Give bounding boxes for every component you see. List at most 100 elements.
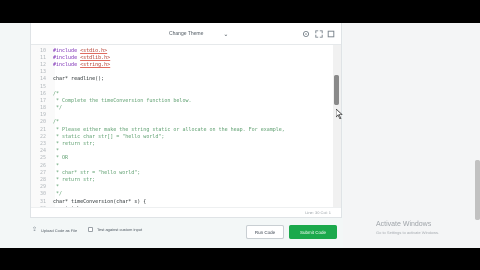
code-line: 12 #include <string.h> — [31, 61, 331, 68]
video-letterbox-top — [0, 0, 480, 23]
maximize-icon[interactable] — [326, 29, 335, 38]
code-token: * return str; — [53, 141, 96, 148]
code-line: 31 char* timeConversion(char* s) { — [31, 198, 331, 205]
code-text: #include <stdlib.h> — [49, 55, 110, 61]
page-scrollbar-thumb[interactable] — [475, 160, 480, 220]
line-number: 28 — [39, 176, 46, 183]
custom-input-toggle[interactable]: Test against custom input — [88, 227, 142, 232]
code-token: */ — [53, 105, 63, 112]
code-token: * return str; — [53, 176, 96, 183]
code-token: * — [53, 162, 60, 169]
line-number: 15 — [39, 83, 46, 90]
code-token: #include — [53, 54, 81, 61]
code-line: 16 /* — [31, 90, 331, 97]
run-code-button[interactable]: Run Code — [246, 225, 284, 239]
upload-code-button[interactable]: ⇪ Upload Code as File — [32, 227, 77, 233]
code-token: * Please either make the string static o… — [53, 126, 285, 133]
code-text: * OR — [49, 155, 68, 161]
code-text: * — [49, 163, 59, 169]
code-line: 27 * char* str = "hello world"; — [31, 169, 331, 176]
editor-scrollbar[interactable] — [333, 45, 341, 207]
watermark-subtitle: Go to Settings to activate Windows. — [376, 230, 440, 235]
upload-icon: ⇪ — [32, 227, 38, 233]
line-number: 10 — [39, 47, 46, 54]
code-text: char* timeConversion(char* s) { — [49, 199, 146, 205]
code-token: /* — [53, 119, 60, 126]
code-line: 19 — [31, 112, 331, 119]
line-number: 29 — [39, 184, 46, 191]
cursor-position: Line: 30 Col: 1 — [305, 210, 331, 215]
line-number: 18 — [39, 105, 46, 112]
code-text: * — [49, 184, 59, 190]
video-letterbox-bottom — [0, 248, 480, 270]
theme-select-label: Change Theme — [169, 31, 204, 37]
line-number: 31 — [39, 198, 46, 205]
page: Change Theme ⌄ 10 #include <stdio.h> 11 #in… — [0, 23, 480, 248]
code-line: 23 * return str; — [31, 140, 331, 147]
code-token: /* — [53, 90, 60, 97]
code-line: 25 * OR — [31, 155, 331, 162]
code-token: char* timeConversion(char* s) { — [53, 198, 147, 205]
code-token: * OR — [53, 155, 69, 162]
line-number: 30 — [39, 191, 46, 198]
code-line: 21 * Please either make the string stati… — [31, 126, 331, 133]
editor-toolbar: Change Theme ⌄ — [31, 23, 341, 45]
code-token: <stdlib.h> — [80, 54, 111, 61]
line-number: 24 — [39, 148, 46, 155]
custom-input-label: Test against custom input — [97, 227, 143, 232]
mouse-cursor-icon — [336, 109, 343, 119]
code-lines: 10 #include <stdio.h> 11 #include <stdlib.h… — [31, 47, 331, 207]
line-number: 11 — [39, 54, 46, 61]
line-number: 21 — [39, 126, 46, 133]
watermark-title: Activate Windows — [376, 221, 432, 228]
settings-icon[interactable] — [301, 29, 310, 38]
code-line: 24 * — [31, 148, 331, 155]
code-token: <string.h> — [80, 61, 111, 68]
code-token: */ — [53, 191, 63, 198]
chevron-down-icon: ⌄ — [223, 31, 229, 38]
code-token: * — [53, 148, 60, 155]
editor-scrollbar-thumb[interactable] — [334, 75, 339, 105]
code-line: 11 #include <stdlib.h> — [31, 54, 331, 61]
code-token: * static char str[] = "hello world"; — [53, 133, 165, 140]
code-text: * — [49, 148, 59, 154]
code-text: * Complete the timeConversion function b… — [49, 98, 191, 104]
code-token: #include — [53, 47, 81, 54]
fullscreen-icon[interactable] — [314, 29, 323, 38]
theme-select[interactable]: Change Theme ⌄ — [169, 28, 228, 40]
code-line: 20 /* — [31, 119, 331, 126]
code-line: 28 * return str; — [31, 176, 331, 183]
code-area[interactable]: 10 #include <stdio.h> 11 #include <stdlib.h… — [31, 45, 341, 207]
code-line: 30 */ — [31, 191, 331, 198]
code-token: * — [53, 184, 60, 191]
right-panel — [343, 23, 480, 248]
line-number: 13 — [39, 69, 46, 76]
code-text: #include <stdio.h> — [49, 48, 107, 54]
code-line: 29 * — [31, 184, 331, 191]
code-text: * char* str = "hello world"; — [49, 170, 140, 176]
line-number: 17 — [39, 97, 46, 104]
submit-code-button[interactable]: Submit Code — [289, 225, 337, 239]
upload-code-label: Upload Code as File — [41, 227, 78, 233]
line-number: 12 — [39, 61, 46, 68]
custom-input-checkbox[interactable] — [88, 227, 93, 232]
code-text: */ — [49, 191, 62, 197]
code-text: * return str; — [49, 177, 95, 183]
code-text: */ — [49, 105, 62, 111]
code-text: /* — [49, 91, 59, 97]
line-number: 20 — [39, 119, 46, 126]
line-number: 26 — [39, 162, 46, 169]
activate-windows-watermark: Activate Windows Go to Settings to activ… — [376, 221, 439, 235]
line-number: 16 — [39, 90, 46, 97]
code-line: 10 #include <stdio.h> — [31, 47, 331, 54]
code-text: char* readline(); — [49, 76, 104, 82]
code-text: #include <string.h> — [49, 62, 110, 68]
line-number: 14 — [39, 76, 46, 83]
code-line: 22 * static char str[] = "hello world"; — [31, 133, 331, 140]
code-token: char* readline(); — [53, 76, 105, 83]
code-text: * Please either make the string static o… — [49, 127, 285, 133]
line-number: 27 — [39, 169, 46, 176]
code-text: /* — [49, 119, 59, 125]
code-editor: Change Theme ⌄ 10 #include <stdio.h> 11 #in… — [30, 23, 342, 218]
line-number: 19 — [39, 112, 46, 119]
